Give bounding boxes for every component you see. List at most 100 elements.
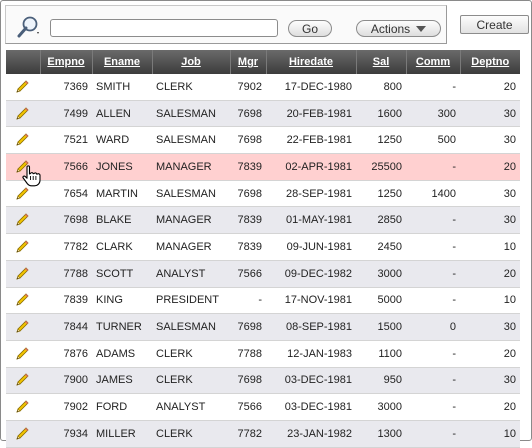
hiredate-cell: 17-DEC-1980 <box>266 74 356 101</box>
mgr-cell: 7839 <box>230 153 266 181</box>
row-edit-cell <box>6 233 40 261</box>
pencil-icon[interactable] <box>14 132 30 148</box>
column-header-deptno[interactable]: Deptno <box>459 50 520 74</box>
empno-cell: 7566 <box>40 153 92 181</box>
empno-cell: 7934 <box>40 420 92 448</box>
actions-menu-button[interactable]: Actions <box>356 20 441 37</box>
ename-cell: KING <box>92 287 152 315</box>
empno-cell: 7698 <box>40 206 92 235</box>
mgr-cell: - <box>230 287 266 315</box>
job-cell: CLERK <box>152 367 230 395</box>
magnifier-icon[interactable] <box>16 15 40 39</box>
row-edit-cell <box>6 100 40 128</box>
mgr-cell: 7902 <box>230 74 266 101</box>
hiredate-cell: 28-SEP-1981 <box>266 180 356 208</box>
sal-cell: 2450 <box>356 233 406 261</box>
pencil-icon[interactable] <box>14 186 30 202</box>
job-cell: MANAGER <box>152 153 230 181</box>
deptno-cell: 30 <box>460 180 520 208</box>
pencil-icon[interactable] <box>14 159 30 175</box>
go-button[interactable]: Go <box>288 20 332 37</box>
table-row: 7788 SCOTT ANALYST 7566 09-DEC-1982 3000-20 <box>6 260 520 288</box>
ename-cell: WARD <box>92 126 152 155</box>
job-cell: SALESMAN <box>152 313 230 341</box>
column-header-job[interactable]: Job <box>151 50 230 74</box>
job-cell: CLERK <box>152 74 230 101</box>
pencil-icon[interactable] <box>14 106 30 122</box>
deptno-cell: 10 <box>460 420 520 448</box>
column-header-ename[interactable]: Ename <box>91 50 152 74</box>
deptno-cell: 10 <box>460 287 520 315</box>
table-row: 7782 CLARK MANAGER 7839 09-JUN-1981 2450-10 <box>6 233 520 261</box>
ename-cell: FORD <box>92 393 152 421</box>
sal-cell: 3000 <box>356 260 406 288</box>
sal-cell: 800 <box>356 74 406 101</box>
table-row: 7499 ALLEN SALESMAN 7698 20-FEB-1981 1600 300 3… <box>6 100 520 128</box>
pencil-icon[interactable] <box>14 319 30 335</box>
pencil-icon[interactable] <box>14 212 30 228</box>
job-cell: CLERK <box>152 420 230 448</box>
sal-cell: 5000 <box>356 287 406 315</box>
empno-cell: 7369 <box>40 74 92 101</box>
hiredate-cell: 01-MAY-1981 <box>266 206 356 235</box>
deptno-cell: 30 <box>460 100 520 128</box>
sal-cell: 1250 <box>356 126 406 155</box>
pencil-icon[interactable] <box>14 426 30 442</box>
column-header-edit <box>6 50 40 74</box>
pencil-icon[interactable] <box>14 79 30 95</box>
pencil-icon[interactable] <box>14 399 30 415</box>
mgr-cell: 7698 <box>230 367 266 395</box>
comm-cell: 1400 <box>406 180 460 208</box>
mgr-cell: 7698 <box>230 180 266 208</box>
job-cell: SALESMAN <box>152 100 230 128</box>
mgr-cell: 7839 <box>230 233 266 261</box>
table-row: 7698 BLAKE MANAGER 7839 01-MAY-1981 2850-30 <box>6 206 520 235</box>
pencil-icon[interactable] <box>14 239 30 255</box>
hiredate-cell: 02-APR-1981 <box>266 153 356 181</box>
row-edit-cell <box>6 74 40 101</box>
column-header-mgr[interactable]: Mgr <box>229 50 266 74</box>
column-header-empno[interactable]: Empno <box>39 50 92 74</box>
comm-cell: - <box>406 74 460 101</box>
search-input[interactable] <box>50 19 278 37</box>
empno-cell: 7782 <box>40 233 92 261</box>
chevron-down-icon <box>416 25 427 32</box>
empno-cell: 7499 <box>40 100 92 128</box>
row-edit-cell <box>6 126 40 155</box>
empno-cell: 7521 <box>40 126 92 155</box>
table-row: 7369 SMITH CLERK 7902 17-DEC-1980 800-20 <box>6 74 520 101</box>
pencil-icon[interactable] <box>14 266 30 282</box>
empno-cell: 7844 <box>40 313 92 341</box>
column-header-comm[interactable]: Comm <box>405 50 460 74</box>
sal-cell: 1250 <box>356 180 406 208</box>
row-edit-cell <box>6 393 40 421</box>
job-cell: SALESMAN <box>152 126 230 155</box>
ename-cell: CLARK <box>92 233 152 261</box>
empno-cell: 7876 <box>40 340 92 368</box>
pencil-icon[interactable] <box>14 292 30 308</box>
job-cell: ANALYST <box>152 260 230 288</box>
search-toolbar: Go Actions <box>5 5 447 44</box>
job-cell: MANAGER <box>152 233 230 261</box>
table-row: 7839 KING PRESIDENT -17-NOV-1981 5000-10 <box>6 287 520 315</box>
deptno-cell: 20 <box>460 340 520 368</box>
hiredate-cell: 09-JUN-1981 <box>266 233 356 261</box>
ename-cell: JAMES <box>92 367 152 395</box>
sal-cell: 2850 <box>356 206 406 235</box>
mgr-cell: 7698 <box>230 100 266 128</box>
comm-cell: - <box>406 233 460 261</box>
job-cell: SALESMAN <box>152 180 230 208</box>
ename-cell: ALLEN <box>92 100 152 128</box>
pencil-icon[interactable] <box>14 372 30 388</box>
pencil-icon[interactable] <box>14 346 30 362</box>
column-header-hiredate[interactable]: Hiredate <box>265 50 356 74</box>
mgr-cell: 7698 <box>230 126 266 155</box>
ename-cell: SCOTT <box>92 260 152 288</box>
table-row: 7521 WARD SALESMAN 7698 22-FEB-1981 1250 500 30 <box>6 126 520 155</box>
deptno-cell: 20 <box>460 153 520 181</box>
sal-cell: 1100 <box>356 340 406 368</box>
create-button[interactable]: Create <box>460 15 529 34</box>
sal-cell: 3000 <box>356 393 406 421</box>
column-header-sal[interactable]: Sal <box>355 50 406 74</box>
hiredate-cell: 20-FEB-1981 <box>266 100 356 128</box>
